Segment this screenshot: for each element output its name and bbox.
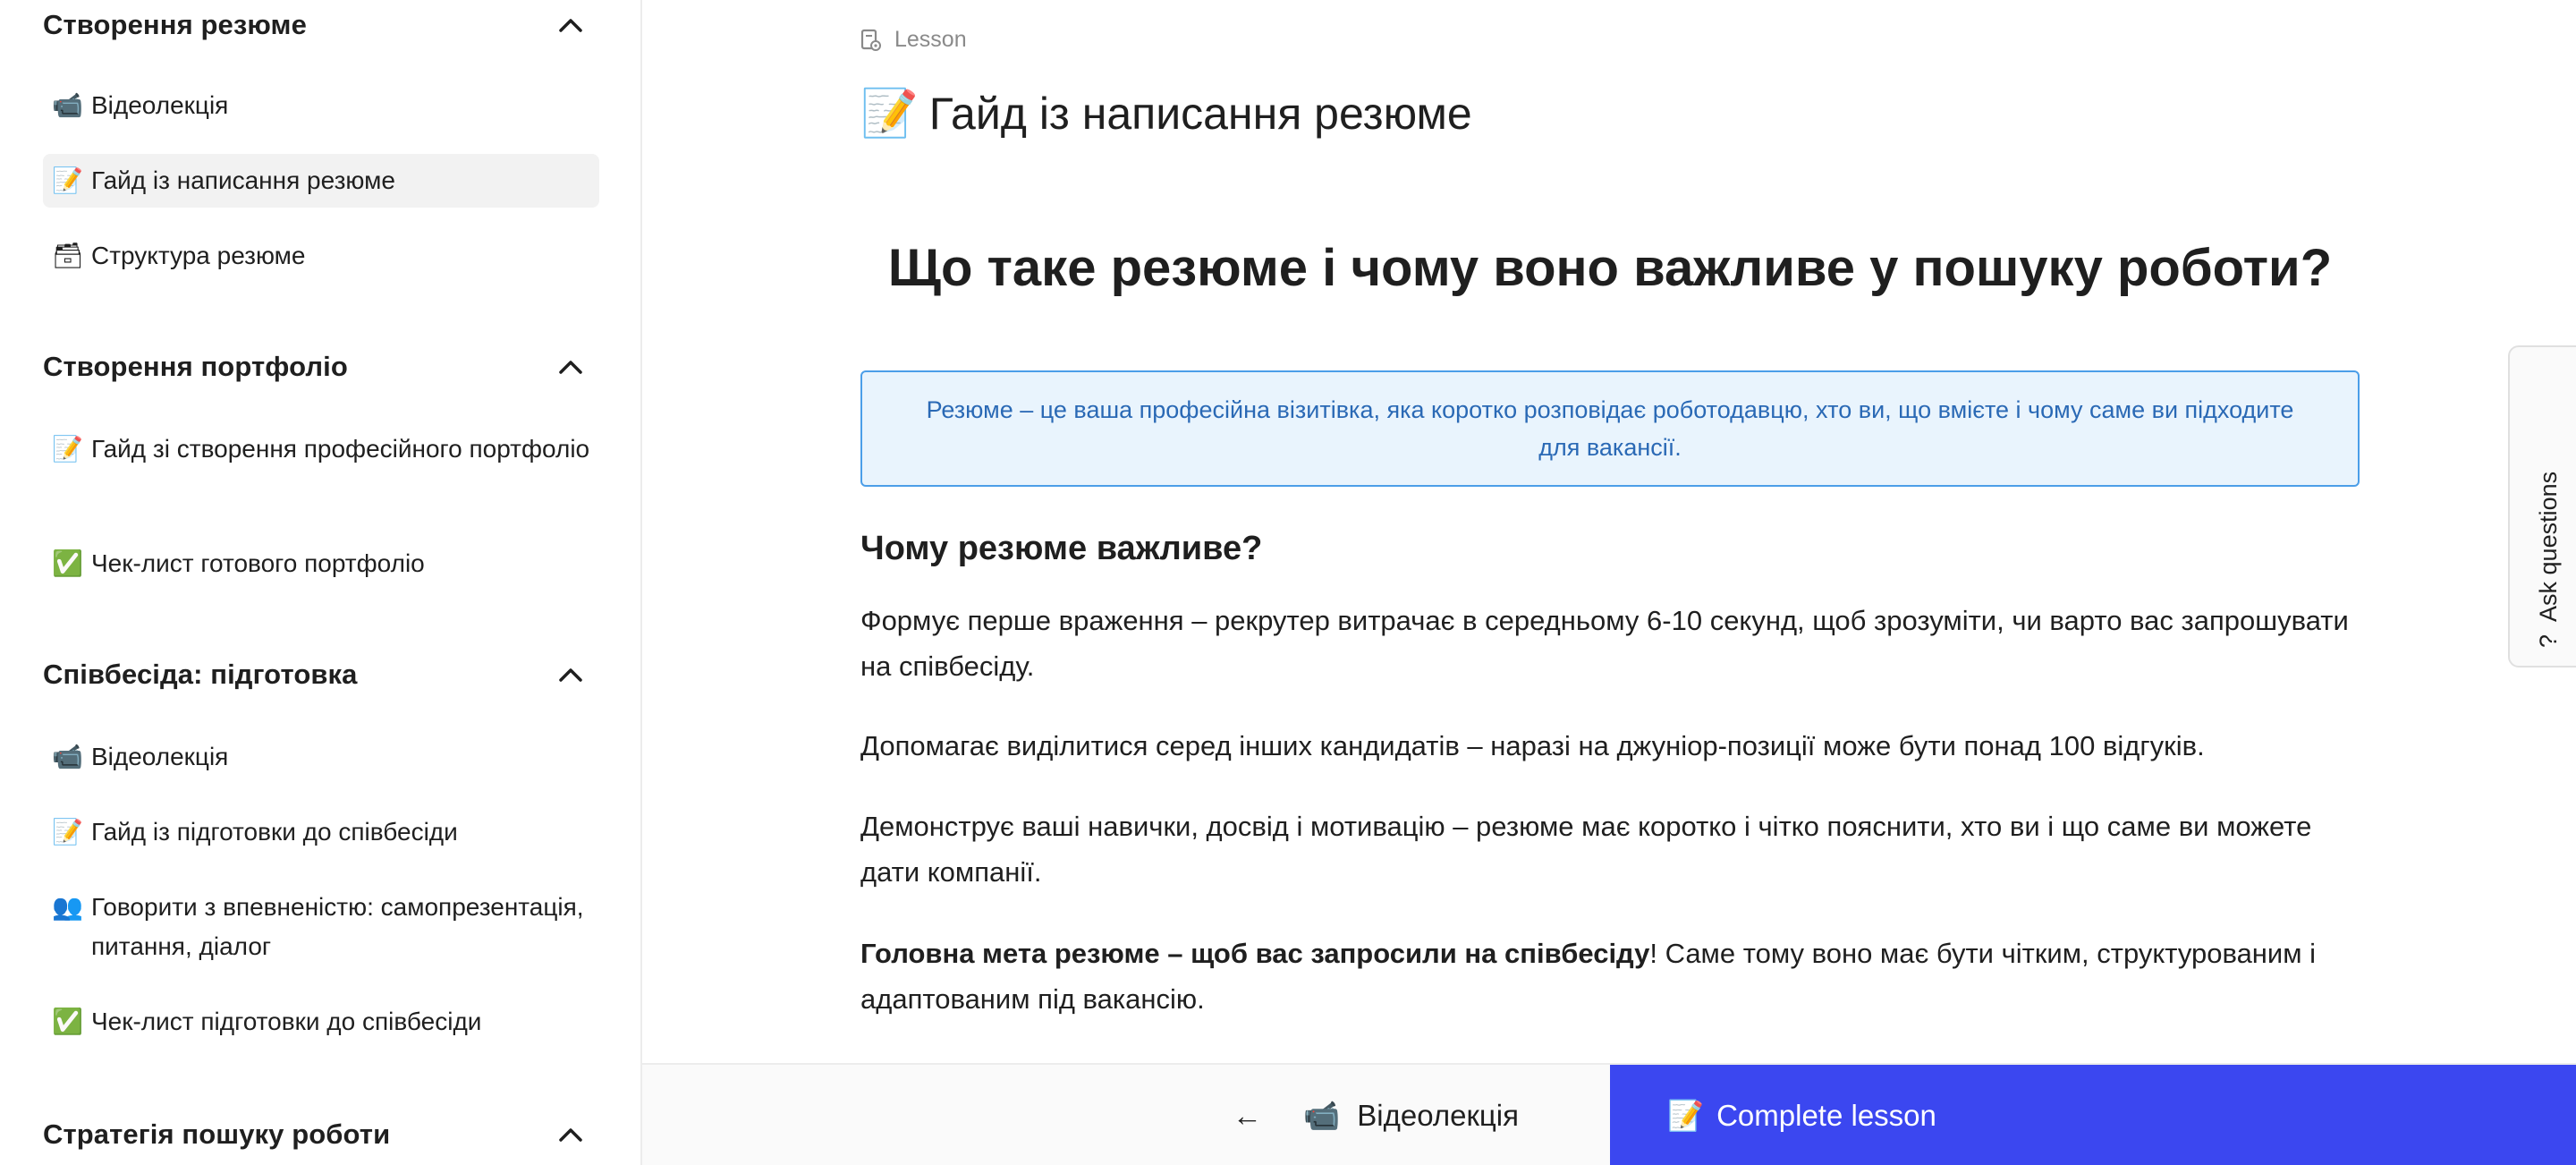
- page-title: 📝 Гайд із написання резюме: [860, 86, 2360, 140]
- paragraph: Допомагає виділитися серед інших кандида…: [860, 730, 2205, 761]
- course-sidebar: Створення резюме 📹 Відеолекція 📝 Гайд із…: [0, 0, 642, 1165]
- breadcrumb: Lesson: [860, 27, 2360, 53]
- section-header-cv-creation[interactable]: Створення резюме: [43, 0, 599, 50]
- previous-lesson-label-wrap: 📹 Відеолекція: [1303, 1098, 1519, 1134]
- memo-icon: 📝: [52, 434, 83, 463]
- memo-icon: 📝: [52, 817, 83, 846]
- sidebar-item-portfolio-guide[interactable]: 📝 Гайд зі створення професійного портфол…: [43, 429, 599, 469]
- sidebar-item-label: Гайд зі створення професійного портфоліо: [91, 435, 590, 463]
- sidebar-item-label: Відеолекція: [91, 743, 229, 770]
- ask-questions-label: Ask questions: [2535, 471, 2562, 622]
- check-mark-icon: ✅: [52, 548, 83, 578]
- complete-lesson-button[interactable]: 📝 Complete lesson: [1610, 1065, 2576, 1165]
- info-callout: Резюме – це ваша професійна візитівка, я…: [860, 370, 2360, 487]
- sidebar-item-label: Чек-лист готового портфоліо: [91, 549, 425, 577]
- section-title: Створення резюме: [43, 9, 307, 40]
- chevron-up-icon[interactable]: [558, 13, 583, 38]
- sidebar-item-label: Гайд із написання резюме: [91, 166, 395, 194]
- sidebar-item-label: Говорити з впевненістю: самопрезентація,…: [91, 893, 584, 960]
- callout-text: Резюме – це ваша професійна візитівка, я…: [926, 396, 2294, 461]
- breadcrumb-label: Lesson: [894, 27, 967, 52]
- sidebar-item-label: Відеолекція: [91, 91, 229, 119]
- video-camera-icon: 📹: [1303, 1098, 1341, 1133]
- previous-lesson-label: Відеолекція: [1357, 1099, 1519, 1132]
- section-portfolio: Створення портфоліо: [43, 342, 599, 392]
- sidebar-item-interview-guide[interactable]: 📝 Гайд із підготовки до співбесіди: [43, 812, 599, 852]
- ask-questions-tab[interactable]: ? Ask questions: [2508, 345, 2576, 668]
- bold-text: Головна мета резюме – щоб вас запросили …: [860, 938, 1650, 969]
- lesson-icon: [860, 29, 882, 52]
- ask-questions-label-wrap: ? Ask questions: [2535, 472, 2563, 648]
- page-title-text: Гайд із написання резюме: [928, 88, 1472, 139]
- people-icon: 👥: [52, 892, 83, 922]
- section-job-search: Стратегія пошуку роботи: [43, 1110, 599, 1160]
- section-header-job-search[interactable]: Стратегія пошуку роботи: [43, 1110, 599, 1160]
- sidebar-item-cv-guide[interactable]: 📝 Гайд із написання резюме: [43, 154, 599, 208]
- section-header-portfolio[interactable]: Створення портфоліо: [43, 342, 599, 392]
- section-cv-creation: Створення резюме: [43, 0, 599, 50]
- section-title: Співбесіда: підготовка: [43, 659, 358, 690]
- memo-icon: 📝: [860, 87, 919, 140]
- sidebar-item-video-lecture[interactable]: 📹 Відеолекція: [43, 86, 599, 125]
- card-box-icon: 🗃: [52, 241, 84, 270]
- check-mark-icon: ✅: [52, 1007, 83, 1036]
- video-camera-icon: 📹: [52, 742, 83, 771]
- sidebar-item-interview-video[interactable]: 📹 Відеолекція: [43, 737, 599, 777]
- sidebar-item-portfolio-checklist[interactable]: ✅ Чек-лист готового портфоліо: [43, 544, 599, 583]
- article-heading: Що таке резюме і чому воно важливе у пош…: [887, 239, 2333, 297]
- sidebar-item-label: Структура резюме: [91, 242, 306, 269]
- sidebar-item-cv-structure[interactable]: 🗃 Структура резюме: [43, 236, 599, 276]
- sidebar-item-interview-checklist[interactable]: ✅ Чек-лист підготовки до співбесіди: [43, 1002, 599, 1042]
- memo-icon: 📝: [52, 166, 83, 195]
- paragraph: Формує перше враження – рекрутер витрача…: [860, 605, 2349, 682]
- video-camera-icon: 📹: [52, 90, 83, 120]
- question-mark-icon: ?: [2535, 634, 2562, 648]
- chevron-up-icon[interactable]: [558, 354, 583, 379]
- section-title: Стратегія пошуку роботи: [43, 1118, 391, 1150]
- chevron-up-icon[interactable]: [558, 662, 583, 687]
- paragraph: Демонструє ваші навички, досвід і мотива…: [860, 811, 2312, 888]
- sidebar-item-confidence[interactable]: 👥 Говорити з впевненістю: самопрезентаці…: [43, 888, 599, 966]
- memo-icon: 📝: [1667, 1098, 1705, 1133]
- section-header-interview-prep[interactable]: Співбесіда: підготовка: [43, 650, 599, 700]
- complete-lesson-label: Complete lesson: [1716, 1099, 1936, 1132]
- sidebar-item-label: Чек-лист підготовки до співбесіди: [91, 1008, 482, 1035]
- sidebar-item-label: Гайд із підготовки до співбесіди: [91, 818, 458, 846]
- lesson-content: Lesson 📝 Гайд із написання резюме Що так…: [642, 0, 2576, 1063]
- section-interview-prep: Співбесіда: підготовка: [43, 650, 599, 700]
- chevron-up-icon[interactable]: [558, 1122, 583, 1147]
- section-title: Створення портфоліо: [43, 351, 348, 382]
- section-subheading: Чому резюме важливе?: [860, 530, 1263, 567]
- lesson-navigation-bar: ← 📹 Відеолекція 📝 Complete lesson: [642, 1063, 2576, 1165]
- arrow-left-icon: ←: [1233, 1099, 1262, 1132]
- paragraph-main-goal: Головна мета резюме – щоб вас запросили …: [860, 931, 2360, 1022]
- previous-lesson-button[interactable]: ← 📹 Відеолекція: [1233, 1065, 1519, 1165]
